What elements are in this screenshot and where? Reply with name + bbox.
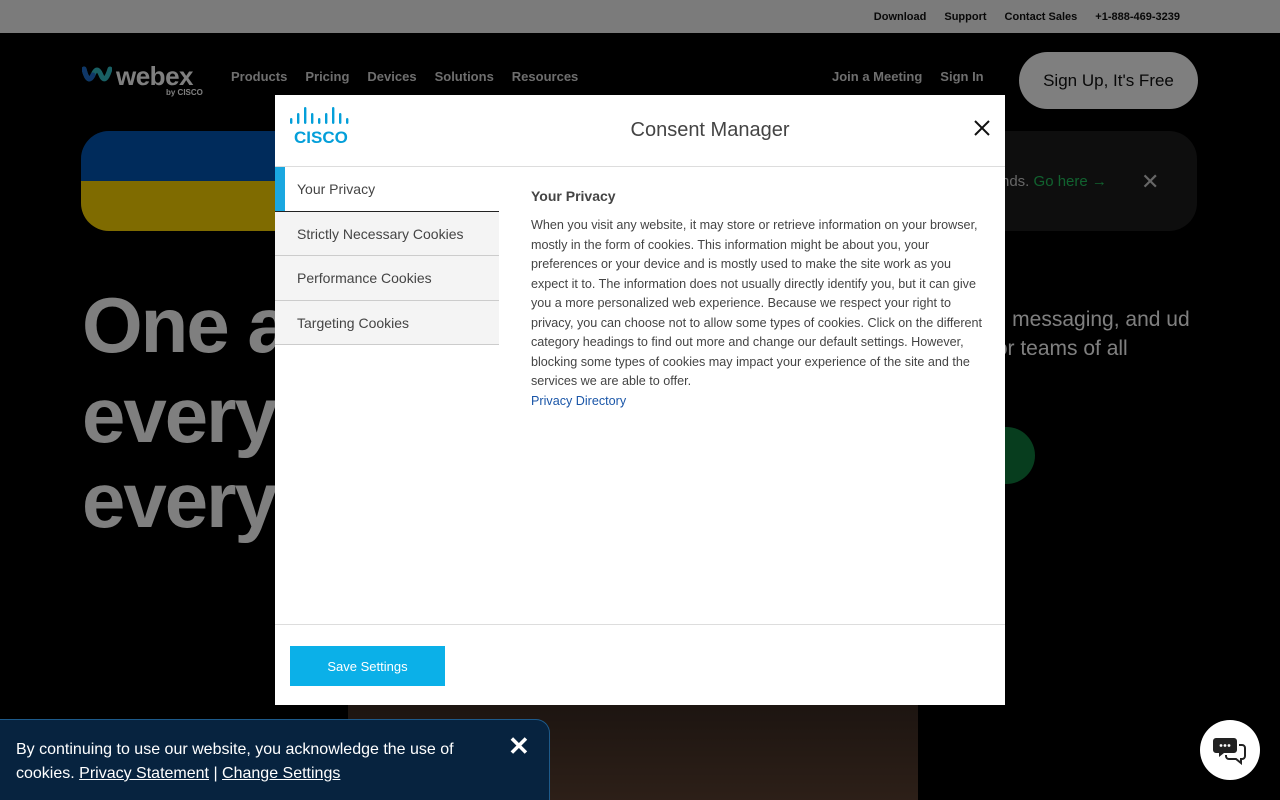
link-separator: | [213,765,218,782]
close-icon[interactable] [972,117,992,139]
privacy-statement-link[interactable]: Privacy Statement [79,765,209,782]
tab-performance[interactable]: Performance Cookies [275,256,499,301]
dialog-title: Consent Manager [630,119,790,141]
save-settings-button[interactable]: Save Settings [290,646,445,686]
dialog-footer: Save Settings [275,624,1005,705]
tab-strictly-necessary[interactable]: Strictly Necessary Cookies [275,211,499,256]
category-tabs: Your Privacy Strictly Necessary Cookies … [275,167,499,345]
change-settings-link[interactable]: Change Settings [222,765,340,782]
panel-title: Your Privacy [531,188,616,204]
tab-targeting[interactable]: Targeting Cookies [275,300,499,345]
dialog-header: CISCO Consent Manager [275,95,1005,167]
cookie-notice-bar: By continuing to use our website, you ac… [0,719,550,800]
close-icon[interactable]: ✕ [508,733,530,759]
chat-button[interactable] [1200,720,1260,780]
chat-icon [1213,738,1246,765]
tab-panel: Your Privacy When you visit any website,… [531,188,991,411]
privacy-directory-link[interactable]: Privacy Directory [531,392,991,412]
panel-description: When you visit any website, it may store… [531,218,983,388]
tab-your-privacy[interactable]: Your Privacy [275,167,499,212]
consent-manager-dialog: CISCO Consent Manager Your Privacy Stric… [275,95,1005,705]
